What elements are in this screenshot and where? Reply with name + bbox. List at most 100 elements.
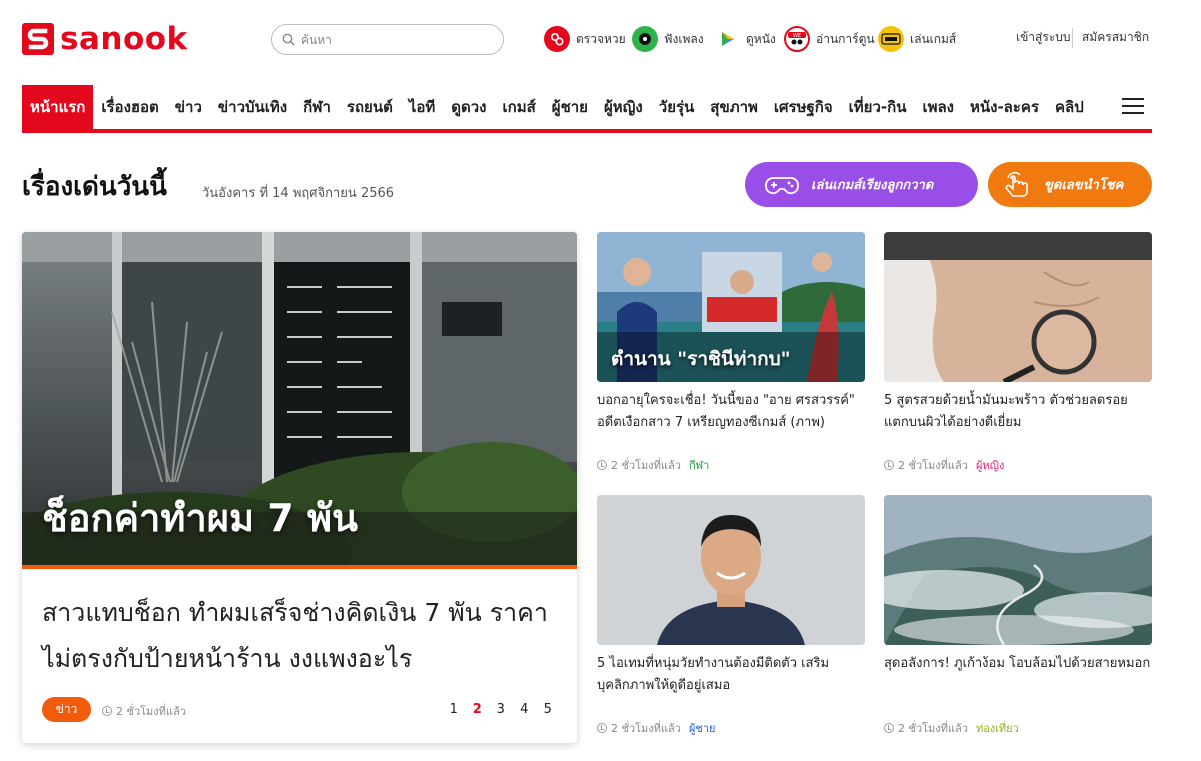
- clock-icon: [884, 460, 894, 470]
- quick-link-comics[interactable]: WE อ่านการ์ตูน: [784, 24, 875, 54]
- quick-link-games[interactable]: เล่นเกมส์: [878, 24, 956, 54]
- category-badge[interactable]: ข่าว: [42, 697, 91, 722]
- timestamp-text: 2 ชั่วโมงที่แล้ว: [611, 459, 681, 472]
- music-icon: [632, 26, 658, 52]
- nav-item-hot[interactable]: เรื่องฮอต: [93, 85, 166, 129]
- clock-icon: [884, 723, 894, 733]
- quick-link-movies[interactable]: ดูหนัง: [714, 24, 776, 54]
- pager-page-4[interactable]: 4: [513, 702, 537, 717]
- quick-link-label: ฟังเพลง: [664, 31, 704, 46]
- nav-item-entertainment[interactable]: ข่าวบันเทิง: [210, 85, 295, 129]
- section-date: วันอังคาร ที่ 14 พฤศจิกายน 2566: [202, 186, 395, 201]
- article-image: [597, 495, 865, 645]
- lucky-scratch-button[interactable]: ขูดเลขนำโชค: [988, 162, 1152, 207]
- pager-page-2[interactable]: 2: [466, 702, 490, 717]
- pager-page-5[interactable]: 5: [536, 702, 560, 717]
- article-card[interactable]: ตำนาน "ราชินีท่ากบ" บอกอายุใครจะเชื่อ! ว…: [597, 232, 865, 474]
- article-card[interactable]: 5 สูตรสวยด้วยน้ำมันมะพร้าว ตัวช่วยลดรอยแ…: [884, 232, 1152, 474]
- nav-item-men[interactable]: ผู้ชาย: [544, 85, 596, 129]
- article-meta: 2 ชั่วโมงที่แล้ว กีฬา: [597, 456, 865, 474]
- quick-link-label: ตรวจหวย: [576, 31, 626, 46]
- comic-icon: WE: [784, 26, 810, 52]
- hero-pager: 1 2 3 4 5: [442, 702, 560, 717]
- nav-item-clips[interactable]: คลิป: [1047, 85, 1092, 129]
- timestamp-text: 2 ชั่วโมงที่แล้ว: [116, 705, 186, 718]
- login-link[interactable]: เข้าสู่ระบบ: [1016, 28, 1071, 47]
- svg-text:WE: WE: [793, 33, 801, 39]
- quick-link-lottery[interactable]: ตรวจหวย: [544, 24, 626, 54]
- nav-item-economy[interactable]: เศรษฐกิจ: [766, 85, 841, 129]
- article-meta: 2 ชั่วโมงที่แล้ว ผู้ชาย: [597, 719, 865, 737]
- quick-link-label: ดูหนัง: [746, 31, 776, 46]
- hero-headline[interactable]: สาวแทบช็อก ทำผมเสร็จช่างคิดเงิน 7 พัน รา…: [42, 590, 557, 682]
- hero-article[interactable]: ช็อกค่าทำผม 7 พัน สาวแทบช็อก ทำผมเสร็จช่…: [22, 232, 577, 743]
- candy-game-button[interactable]: เล่นเกมส์เรียงลูกกวาด: [745, 162, 978, 207]
- article-meta: 2 ชั่วโมงที่แล้ว ผู้หญิง: [884, 456, 1152, 474]
- nav-item-music[interactable]: เพลง: [914, 85, 962, 129]
- nav-item-movies[interactable]: หนัง-ละคร: [962, 85, 1047, 129]
- article-meta: 2 ชั่วโมงที่แล้ว ท่องเที่ยว: [884, 719, 1152, 737]
- pubg-icon: [878, 26, 904, 52]
- article-title[interactable]: 5 สูตรสวยด้วยน้ำมันมะพร้าว ตัวช่วยลดรอยแ…: [884, 390, 1152, 456]
- nav-item-sport[interactable]: กีฬา: [295, 85, 339, 129]
- clock-icon: [102, 706, 112, 716]
- nav-item-health[interactable]: สุขภาพ: [702, 85, 766, 129]
- play-icon: [714, 26, 740, 52]
- article-category[interactable]: ผู้หญิง: [976, 456, 1004, 474]
- quick-link-label: เล่นเกมส์: [910, 31, 957, 46]
- article-category[interactable]: ผู้ชาย: [689, 719, 716, 737]
- nav-items: หน้าแรก เรื่องฮอต ข่าว ข่าวบันเทิง กีฬา …: [22, 85, 1152, 129]
- top-header: sanook ตรวจหวย ฟังเพลง ดูหนัง WE อ่านการ…: [0, 0, 1201, 80]
- article-title[interactable]: บอกอายุใครจะเชื่อ! วันนี้ของ "อาย ศรสวรร…: [597, 390, 865, 456]
- timestamp: 2 ชั่วโมงที่แล้ว: [102, 702, 186, 720]
- candy-game-label: เล่นเกมส์เรียงลูกกวาด: [811, 178, 934, 193]
- gamepad-icon: [765, 176, 799, 194]
- article-title[interactable]: สุดอลังการ! ภูเก้าง้อม โอบล้อมไปด้วยสายห…: [884, 653, 1152, 719]
- nav-item-women[interactable]: ผู้หญิง: [596, 85, 651, 129]
- auth-divider: [1072, 28, 1073, 48]
- article-image: [884, 232, 1152, 382]
- article-image-caption: ตำนาน "ราชินีท่ากบ": [611, 348, 791, 370]
- section-title: เรื่องเด่นวันนี้: [22, 172, 167, 202]
- logo-wordmark: sanook: [60, 21, 188, 57]
- main-nav: หน้าแรก เรื่องฮอต ข่าว ข่าวบันเทิง กีฬา …: [22, 85, 1152, 133]
- nav-item-teen[interactable]: วัยรุ่น: [651, 85, 703, 129]
- article-category[interactable]: กีฬา: [689, 456, 709, 474]
- hand-tap-icon: [1005, 171, 1028, 197]
- register-link[interactable]: สมัครสมาชิก: [1082, 28, 1149, 47]
- clock-icon: [597, 723, 607, 733]
- timestamp-text: 2 ชั่วโมงที่แล้ว: [611, 722, 681, 735]
- hero-image-caption: ช็อกค่าทำผม 7 พัน: [42, 496, 359, 540]
- sanook-logo[interactable]: sanook: [22, 22, 188, 56]
- lottery-icon: [544, 26, 570, 52]
- article-image: ตำนาน "ราชินีท่ากบ": [597, 232, 865, 382]
- article-image: [884, 495, 1152, 645]
- article-card[interactable]: สุดอลังการ! ภูเก้าง้อม โอบล้อมไปด้วยสายห…: [884, 495, 1152, 737]
- nav-item-it[interactable]: ไอที: [401, 85, 443, 129]
- nav-item-auto[interactable]: รถยนต์: [339, 85, 401, 129]
- search-box[interactable]: [271, 24, 504, 55]
- hero-image: ช็อกค่าทำผม 7 พัน: [22, 232, 577, 565]
- search-icon: [282, 33, 295, 46]
- clock-icon: [597, 460, 607, 470]
- article-category[interactable]: ท่องเที่ยว: [976, 719, 1019, 737]
- nav-underline: [22, 129, 1152, 133]
- pager-page-1[interactable]: 1: [442, 702, 466, 717]
- timestamp-text: 2 ชั่วโมงที่แล้ว: [898, 459, 968, 472]
- lucky-scratch-label: ขูดเลขนำโชค: [1044, 178, 1124, 193]
- article-title[interactable]: 5 ไอเทมที่หนุ่มวัยทำงานต้องมีติดตัว เสริ…: [597, 653, 865, 719]
- nav-item-home[interactable]: หน้าแรก: [22, 85, 94, 129]
- article-card[interactable]: 5 ไอเทมที่หนุ่มวัยทำงานต้องมีติดตัว เสริ…: [597, 495, 865, 737]
- search-input[interactable]: [301, 32, 491, 47]
- pager-page-3[interactable]: 3: [489, 702, 513, 717]
- quick-link-label: อ่านการ์ตูน: [816, 31, 875, 46]
- menu-icon[interactable]: [1122, 98, 1144, 116]
- quick-link-music[interactable]: ฟังเพลง: [632, 24, 704, 54]
- timestamp-text: 2 ชั่วโมงที่แล้ว: [898, 722, 968, 735]
- nav-item-horoscope[interactable]: ดูดวง: [443, 85, 494, 129]
- nav-item-travel[interactable]: เที่ยว-กิน: [841, 85, 915, 129]
- hero-accent-bar: [22, 565, 577, 569]
- logo-s-icon: [22, 23, 54, 55]
- nav-item-games[interactable]: เกมส์: [495, 85, 544, 129]
- nav-item-news[interactable]: ข่าว: [167, 85, 210, 129]
